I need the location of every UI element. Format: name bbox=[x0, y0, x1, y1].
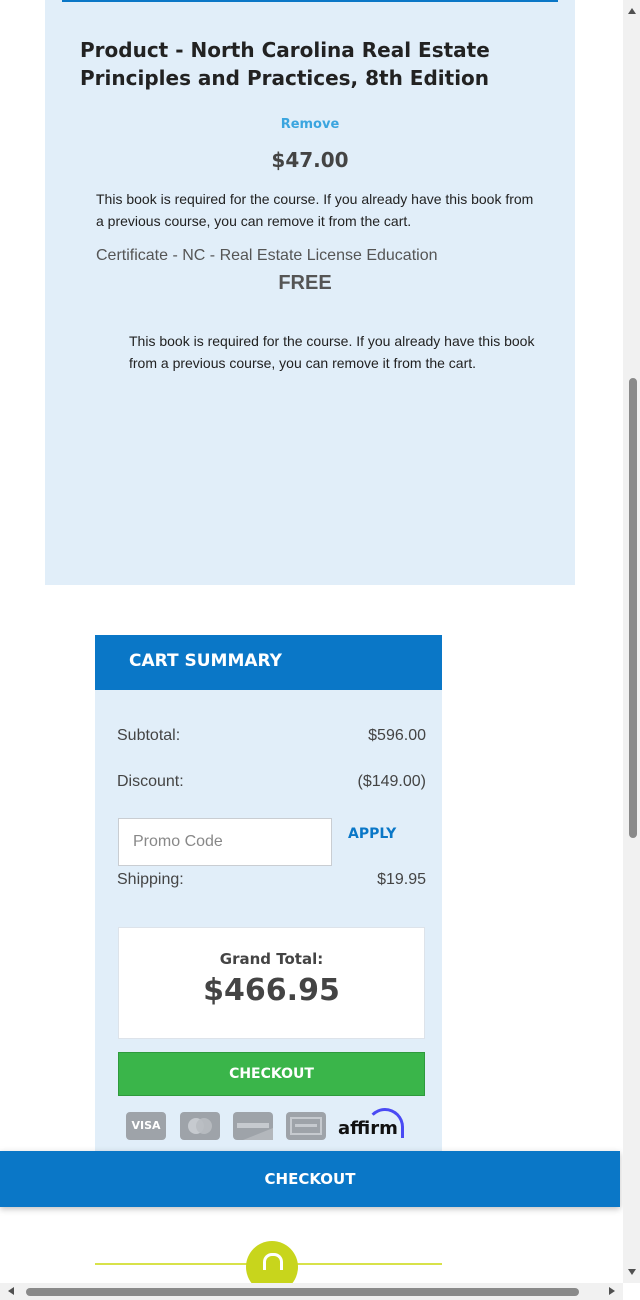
discount-label: Discount: bbox=[117, 773, 184, 790]
product-note: This book is required for the course. If… bbox=[96, 191, 534, 229]
sticky-checkout-button[interactable]: CHECKOUT bbox=[0, 1151, 620, 1207]
lock-shackle-icon bbox=[263, 1253, 283, 1270]
horizontal-scroll-thumb[interactable] bbox=[26, 1288, 579, 1296]
product-price: $47.00 bbox=[271, 148, 349, 172]
product-panel: Product - North Carolina Real Estate Pri… bbox=[45, 0, 575, 585]
checkout-button[interactable]: CHECKOUT bbox=[118, 1052, 425, 1096]
mastercard-icon bbox=[180, 1112, 220, 1140]
cart-summary: CART SUMMARY Subtotal: $596.00 Discount:… bbox=[95, 635, 442, 1155]
apply-button[interactable]: APPLY bbox=[348, 826, 396, 842]
scroll-up-arrow-icon[interactable] bbox=[628, 8, 636, 14]
grand-total-box: Grand Total: $466.95 bbox=[118, 927, 425, 1039]
subtotal-value: $596.00 bbox=[368, 727, 426, 744]
grand-total-label: Grand Total: bbox=[219, 950, 324, 968]
certificate-name: Certificate - NC - Real Estate License E… bbox=[96, 247, 438, 264]
remove-link[interactable]: Remove bbox=[45, 117, 575, 132]
scroll-down-arrow-icon[interactable] bbox=[628, 1269, 636, 1275]
shipping-label: Shipping: bbox=[117, 871, 184, 888]
shipping-value: $19.95 bbox=[377, 871, 426, 888]
certificate-note: This book is required for the course. If… bbox=[129, 333, 535, 371]
grand-total-value: $466.95 bbox=[203, 973, 340, 1008]
vertical-scroll-thumb[interactable] bbox=[629, 378, 637, 838]
scroll-right-arrow-icon[interactable] bbox=[609, 1287, 615, 1295]
discount-value: ($149.00) bbox=[357, 773, 427, 790]
cart-summary-header: CART SUMMARY bbox=[95, 635, 442, 690]
discover-icon bbox=[233, 1112, 273, 1140]
visa-icon: VISA bbox=[126, 1112, 166, 1140]
promo-code-input[interactable] bbox=[118, 818, 332, 866]
subtotal-label: Subtotal: bbox=[117, 727, 181, 744]
cart-summary-title: CART SUMMARY bbox=[129, 651, 282, 671]
certificate-price: FREE bbox=[278, 272, 332, 294]
affirm-logo: affirm bbox=[338, 1108, 408, 1142]
product-title: Product - North Carolina Real Estate Pri… bbox=[80, 38, 490, 90]
vertical-scrollbar[interactable] bbox=[623, 0, 640, 1283]
scroll-left-arrow-icon[interactable] bbox=[8, 1287, 14, 1295]
horizontal-scrollbar[interactable] bbox=[0, 1283, 623, 1300]
top-divider bbox=[62, 0, 558, 2]
american-express-icon bbox=[286, 1112, 326, 1140]
